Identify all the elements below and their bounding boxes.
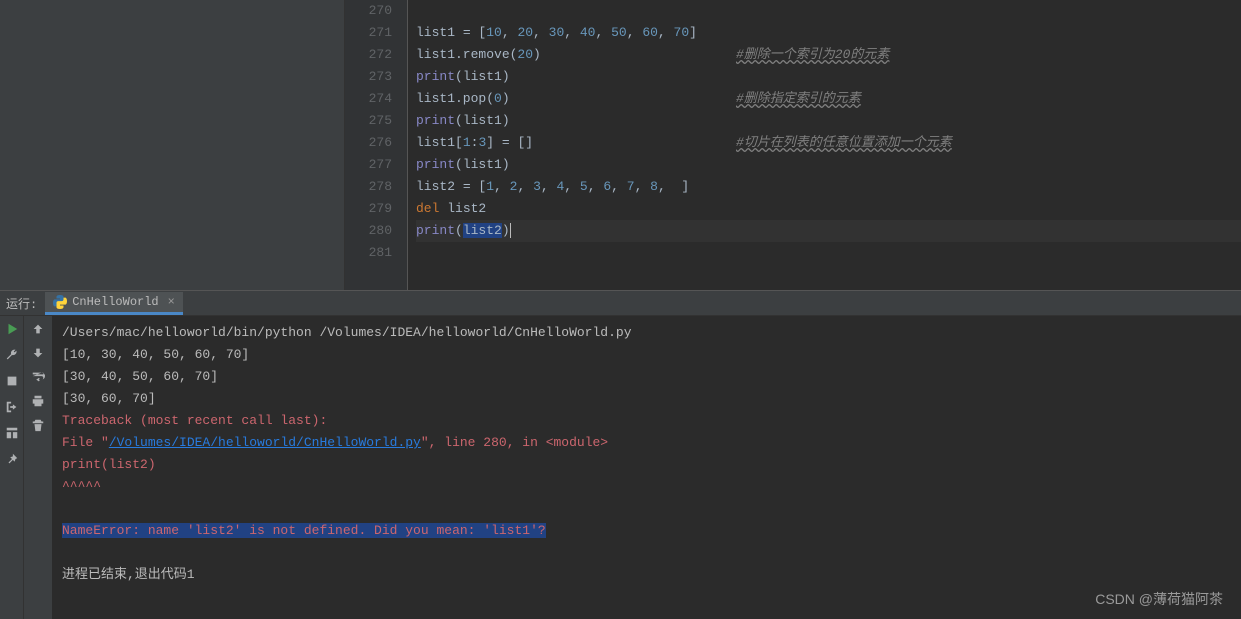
code-editor[interactable]: list1 = [10, 20, 30, 40, 50, 60, 70] lis…	[408, 0, 1241, 290]
run-toolbar-second	[24, 316, 52, 619]
wrench-icon[interactable]	[5, 348, 19, 362]
line-number: 272	[345, 44, 392, 66]
file-link[interactable]: /Volumes/IDEA/helloworld/CnHelloWorld.py	[109, 435, 421, 450]
code-line: print(list1)	[416, 154, 1241, 176]
line-gutter: 270271272273274275276277278279280281	[345, 0, 408, 290]
line-number: 279	[345, 198, 392, 220]
code-line: list2 = [1, 2, 3, 4, 5, 6, 7, 8, ]	[416, 176, 1241, 198]
stop-icon[interactable]	[5, 374, 19, 388]
code-line: del list2	[416, 198, 1241, 220]
trash-icon[interactable]	[31, 418, 45, 432]
line-number: 275	[345, 110, 392, 132]
code-line: list1.pop(0)#删除指定索引的元素	[416, 88, 1241, 110]
line-number: 281	[345, 242, 392, 264]
console-traceback: Traceback (most recent call last):	[62, 410, 1231, 432]
python-icon	[53, 295, 67, 309]
line-number: 273	[345, 66, 392, 88]
console-err-source: print(list2)	[62, 454, 1231, 476]
line-number: 277	[345, 154, 392, 176]
code-line-current: print(list2)	[416, 220, 1241, 242]
line-number: 280	[345, 220, 392, 242]
line-number: 276	[345, 132, 392, 154]
close-icon[interactable]: ×	[168, 295, 175, 309]
project-panel[interactable]	[0, 0, 345, 290]
code-line: list1[1:3] = []#切片在列表的任意位置添加一个元素	[416, 132, 1241, 154]
line-number: 271	[345, 22, 392, 44]
run-toolbar-left	[0, 316, 24, 619]
console-output[interactable]: /Users/mac/helloworld/bin/python /Volume…	[52, 316, 1241, 619]
line-number: 274	[345, 88, 392, 110]
line-number: 278	[345, 176, 392, 198]
exit-icon[interactable]	[5, 400, 19, 414]
run-header: 运行: CnHelloWorld ×	[0, 291, 1241, 316]
run-label: 运行:	[6, 295, 37, 312]
watermark: CSDN @薄荷猫阿茶	[1095, 589, 1223, 609]
console-caret: ^^^^^	[62, 476, 1231, 498]
console-name-error: NameError: name 'list2' is not defined. …	[62, 520, 1231, 542]
wrap-icon[interactable]	[31, 370, 45, 384]
console-file-line: File "/Volumes/IDEA/helloworld/CnHelloWo…	[62, 432, 1231, 454]
layout-icon[interactable]	[5, 426, 19, 440]
console-line: /Users/mac/helloworld/bin/python /Volume…	[62, 322, 1231, 344]
console-exit: 进程已结束,退出代码1	[62, 564, 1231, 586]
console-blank	[62, 542, 1231, 564]
code-line	[416, 242, 1241, 264]
editor-area: 270271272273274275276277278279280281 lis…	[0, 0, 1241, 290]
console-line: [10, 30, 40, 50, 60, 70]	[62, 344, 1231, 366]
run-tab-label: CnHelloWorld	[72, 295, 158, 309]
code-line: list1 = [10, 20, 30, 40, 50, 60, 70]	[416, 22, 1241, 44]
run-panel: 运行: CnHelloWorld ×	[0, 290, 1241, 619]
code-line: list1.remove(20)#删除一个索引为20的元素	[416, 44, 1241, 66]
run-tab[interactable]: CnHelloWorld ×	[45, 292, 183, 315]
print-icon[interactable]	[31, 394, 45, 408]
code-line	[416, 0, 1241, 22]
pin-icon[interactable]	[5, 452, 19, 466]
console-line: [30, 60, 70]	[62, 388, 1231, 410]
console-line: [30, 40, 50, 60, 70]	[62, 366, 1231, 388]
code-line: print(list1)	[416, 66, 1241, 88]
line-number: 270	[345, 0, 392, 22]
up-arrow-icon[interactable]	[31, 322, 45, 336]
rerun-icon[interactable]	[5, 322, 19, 336]
code-line: print(list1)	[416, 110, 1241, 132]
down-arrow-icon[interactable]	[31, 346, 45, 360]
console-blank	[62, 498, 1231, 520]
